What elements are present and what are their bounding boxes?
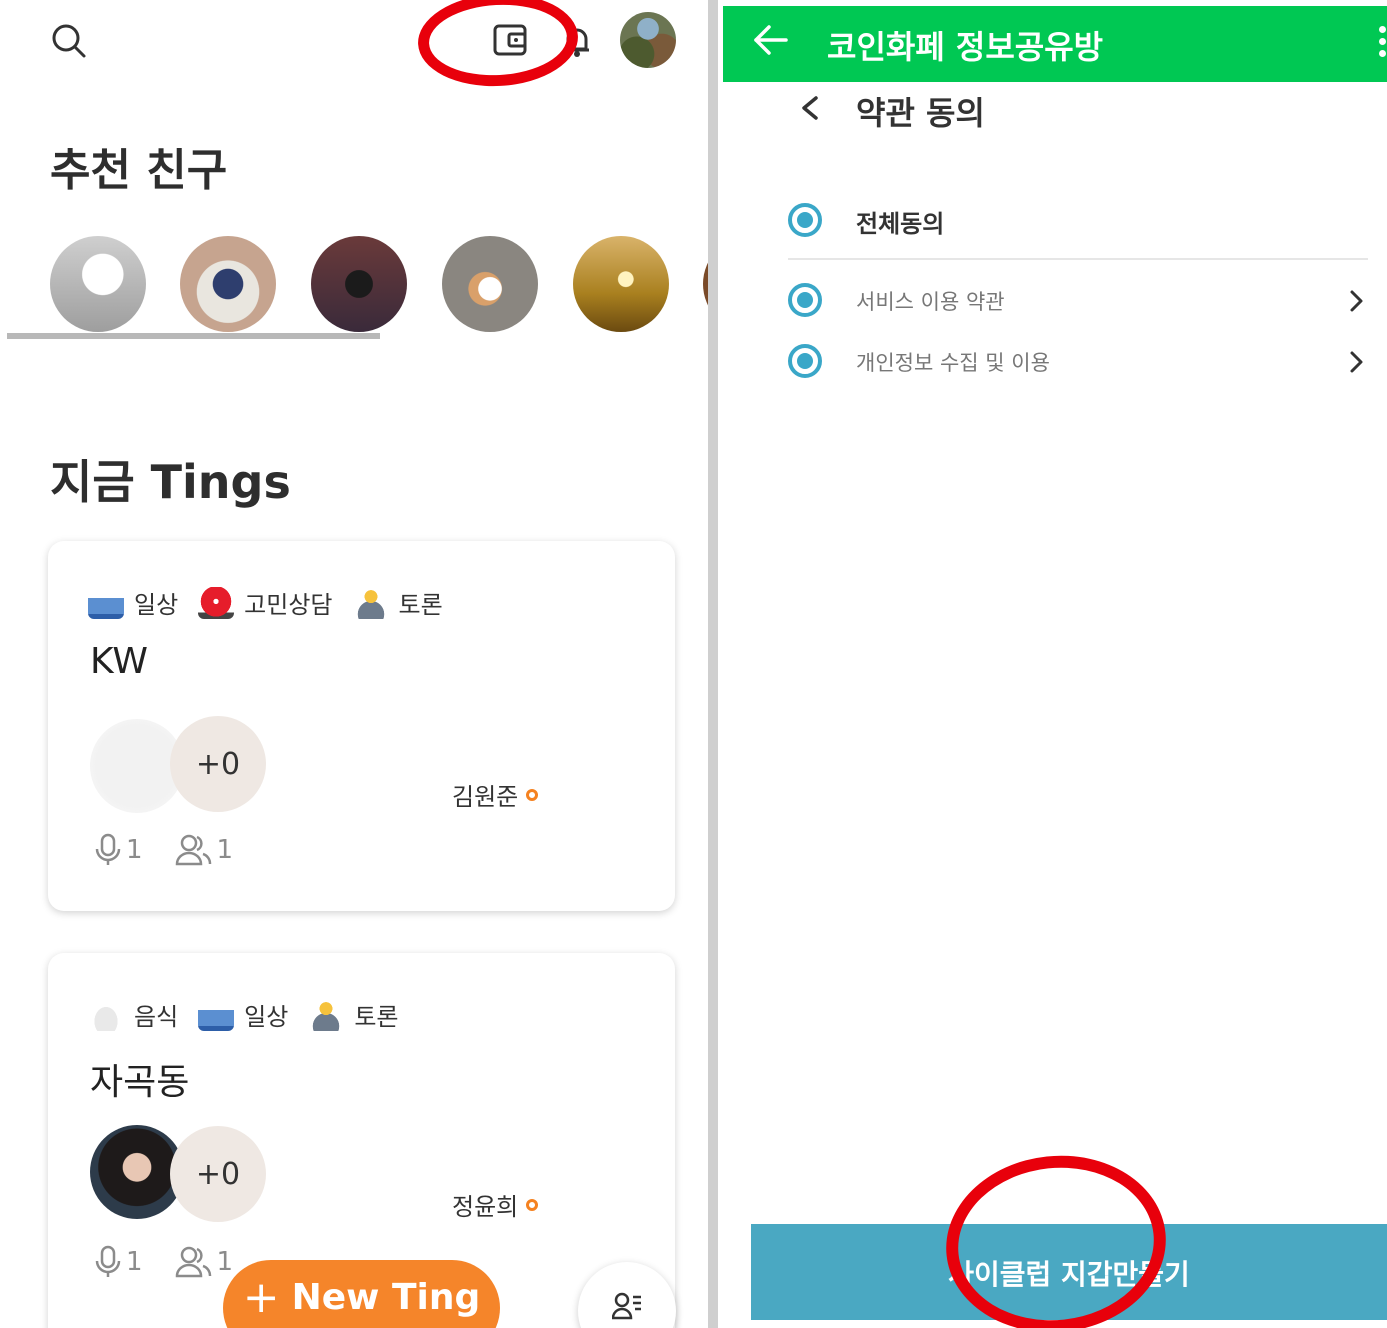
friend-avatar[interactable] [442, 236, 538, 332]
chat-room-title: 코인화페 정보공유방 [827, 28, 1104, 66]
chat-header: 코인화페 정보공유방 [723, 6, 1387, 82]
ting-app-screen: 추천 친구 지금 Tings 일상 고민상담 토론 KW +0 김원준 1 1 [0, 0, 708, 1328]
friends-scroll-indicator [7, 333, 380, 339]
friend-avatar[interactable] [311, 236, 407, 332]
tag-list: 음식 일상 토론 [88, 997, 419, 1032]
tag: 토론 [352, 585, 443, 620]
tag: 음식 [88, 997, 178, 1032]
divider [788, 258, 1368, 260]
microphone-icon [95, 833, 121, 865]
friend-avatar[interactable] [180, 236, 276, 332]
raising-hand-person-icon [352, 586, 389, 619]
more-options-icon[interactable] [1379, 26, 1387, 62]
host-name: 김원준 [452, 777, 539, 812]
raising-hand-person-icon [308, 998, 345, 1031]
plus-icon: + [242, 1271, 280, 1323]
friend-avatar[interactable] [50, 236, 146, 332]
tag-label: 일상 [244, 1003, 289, 1031]
tag-label: 토론 [398, 591, 443, 619]
online-status-icon [526, 1198, 539, 1211]
ting-title: 자곡동 [90, 1062, 190, 1103]
search-icon[interactable] [50, 22, 88, 64]
participant-count-badge: +0 [170, 1126, 266, 1222]
terms-agreement-screen: 코인화페 정보공유방 약관 동의 전체동의 서비스 이용 약관 개인정보 수집 … [718, 0, 1387, 1328]
ting-card[interactable]: 일상 고민상담 토론 KW +0 김원준 1 1 [48, 541, 675, 911]
listener-count: 1 [216, 1247, 234, 1277]
privacy-collection-radio[interactable] [788, 344, 822, 378]
microphone-icon [95, 1245, 121, 1277]
tag: 토론 [308, 997, 399, 1032]
chevron-right-icon[interactable] [1346, 288, 1366, 318]
annotation-circle-wallet [415, 0, 581, 91]
person-list-icon [612, 1292, 641, 1320]
people-icon [175, 1246, 211, 1278]
ting-title: KW [90, 641, 148, 682]
tag-label: 일상 [134, 591, 179, 619]
speaker-count: 1 [126, 1247, 143, 1277]
chevron-right-icon[interactable] [1346, 349, 1366, 379]
tag: 일상 [88, 585, 178, 620]
profile-avatar[interactable] [620, 12, 676, 68]
sofa-icon [198, 998, 235, 1031]
people-icon [175, 834, 211, 866]
host-name-text: 정윤희 [452, 1193, 519, 1221]
terms-title: 약관 동의 [856, 94, 985, 132]
listener-stat: 1 [175, 834, 234, 866]
recommended-friends-title: 추천 친구 [50, 145, 228, 196]
new-ting-button[interactable]: + New Ting [223, 1260, 500, 1328]
listener-count: 1 [216, 835, 234, 865]
agree-all-label[interactable]: 전체동의 [856, 204, 944, 239]
agree-all-radio[interactable] [788, 203, 822, 237]
friend-avatar[interactable] [573, 236, 669, 332]
participant-count-badge: +0 [170, 716, 266, 812]
speaker-stat: 1 [94, 1245, 143, 1279]
host-name: 정윤희 [452, 1187, 539, 1222]
siren-icon [198, 586, 235, 619]
speaker-stat: 1 [94, 833, 143, 867]
tag-label: 고민상담 [244, 591, 333, 619]
tag-label: 토론 [354, 1003, 399, 1031]
tag-list: 일상 고민상담 토론 [88, 585, 463, 620]
panel-divider [708, 0, 718, 1328]
speaker-count: 1 [126, 835, 143, 865]
current-tings-title: 지금 Tings [50, 455, 291, 509]
online-status-icon [526, 788, 539, 801]
service-terms-radio[interactable] [788, 283, 822, 317]
chevron-left-icon[interactable] [798, 90, 822, 130]
new-ting-label: New Ting [291, 1276, 481, 1318]
tag: 일상 [198, 997, 288, 1032]
ting-stats: 1 1 [94, 833, 265, 867]
host-name-text: 김원준 [452, 783, 519, 811]
tag: 고민상담 [198, 585, 333, 620]
sofa-icon [88, 586, 124, 619]
tag-label: 음식 [134, 1003, 179, 1031]
privacy-collection-label[interactable]: 개인정보 수집 및 이용 [856, 347, 1050, 377]
back-arrow-icon[interactable] [753, 24, 789, 60]
listener-stat: 1 [175, 1246, 234, 1278]
service-terms-label[interactable]: 서비스 이용 약관 [856, 286, 1005, 316]
noodle-bowl-icon [88, 998, 124, 1031]
